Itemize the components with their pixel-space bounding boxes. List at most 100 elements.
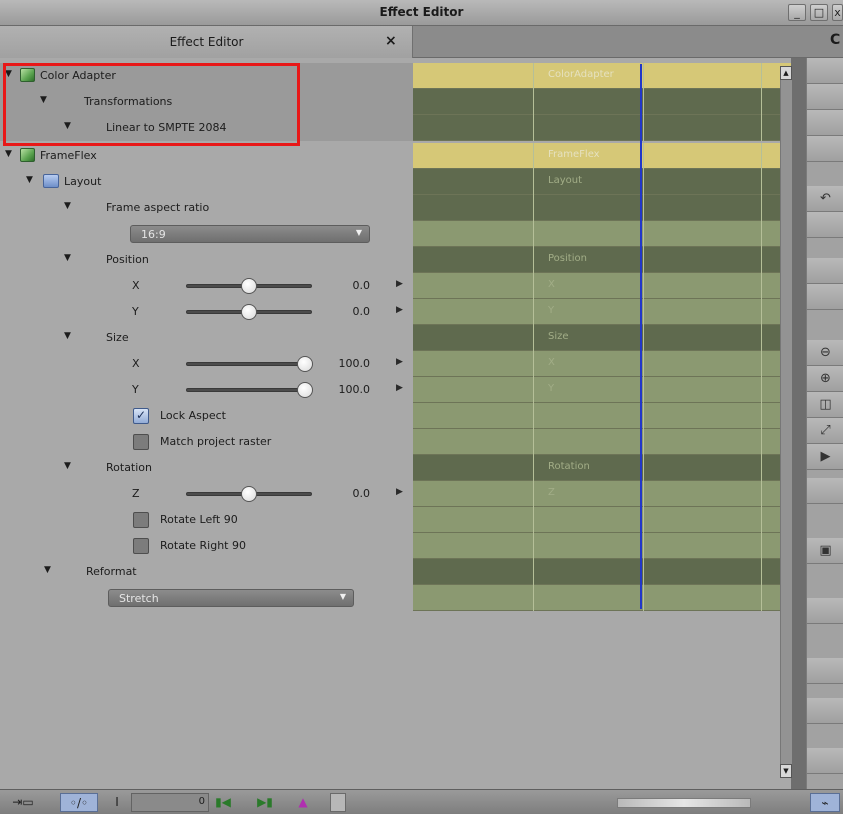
collapse-triangle-icon[interactable]: ▼ — [26, 175, 33, 185]
undo-icon[interactable]: ↶ — [807, 186, 843, 212]
collapse-triangle-icon[interactable]: ▼ — [5, 69, 12, 79]
tool-button[interactable] — [807, 698, 843, 724]
effect-row-frameflex[interactable]: ▼ FrameFlex — [0, 143, 413, 169]
play-icon[interactable]: ▶ — [807, 444, 843, 470]
collapse-triangle-icon[interactable]: ▼ — [64, 121, 71, 131]
param-value[interactable]: 100.0 — [320, 357, 371, 370]
collapse-triangle-icon[interactable]: ▼ — [64, 201, 71, 211]
track-size-y[interactable]: Y — [413, 377, 791, 403]
track-position-y[interactable]: Y — [413, 299, 791, 325]
param-value[interactable]: 0.0 — [320, 279, 371, 292]
slider-knob[interactable] — [241, 304, 257, 320]
timeline-scrollbar[interactable] — [780, 80, 792, 764]
group-row-reformat[interactable]: ▼ Reformat — [0, 559, 413, 585]
slider-knob[interactable] — [241, 278, 257, 294]
lock-aspect-checkbox[interactable] — [133, 408, 149, 424]
collapse-triangle-icon[interactable]: ▼ — [64, 253, 71, 263]
zoom-in-icon[interactable]: ⊕ — [807, 366, 843, 392]
rotate-right-checkbox[interactable] — [133, 538, 149, 554]
tool-button[interactable] — [807, 284, 843, 310]
collapse-triangle-icon[interactable]: ▼ — [40, 95, 47, 105]
aspect-ratio-dropdown[interactable]: 16:9 ▼ — [130, 225, 370, 243]
play-arrow-icon[interactable]: ▶ — [396, 357, 403, 367]
play-arrow-icon[interactable]: ▶ — [396, 279, 403, 289]
track-rotate-right[interactable] — [413, 533, 791, 559]
track-size-x[interactable]: X — [413, 351, 791, 377]
track-rotation-z[interactable]: Z — [413, 481, 791, 507]
track-select-icon[interactable]: ⇥▭ — [10, 793, 36, 812]
tool-button[interactable] — [807, 598, 843, 624]
slider-knob[interactable] — [241, 486, 257, 502]
tab-close-icon[interactable]: × — [385, 33, 397, 49]
track-transformations[interactable] — [413, 89, 791, 115]
tool-button[interactable] — [807, 84, 843, 110]
track-reformat[interactable] — [413, 559, 791, 585]
cursor-icon[interactable]: I — [110, 793, 124, 812]
track-position[interactable]: Position — [413, 247, 791, 273]
tool-button[interactable] — [807, 212, 843, 238]
group-row-size[interactable]: ▼ Size — [0, 325, 413, 351]
play-arrow-icon[interactable]: ▶ — [396, 383, 403, 393]
size-x-slider[interactable] — [186, 362, 312, 366]
position-field[interactable]: 0 — [131, 793, 209, 812]
tool-button[interactable] — [807, 748, 843, 774]
tab-effect-editor[interactable]: Effect Editor × — [0, 26, 413, 58]
track-aspect-value[interactable] — [413, 221, 791, 247]
tool-button[interactable] — [807, 136, 843, 162]
play-arrow-icon[interactable]: ▶ — [396, 487, 403, 497]
slider-knob[interactable] — [297, 356, 313, 372]
close-window-button[interactable]: x — [832, 4, 843, 21]
collapse-triangle-icon[interactable]: ▼ — [5, 149, 12, 159]
track-match-project-raster[interactable] — [413, 429, 791, 455]
panel-menu-icon[interactable]: C — [830, 32, 843, 50]
size-y-slider[interactable] — [186, 388, 312, 392]
collapse-triangle-icon[interactable]: ▼ — [64, 461, 71, 471]
track-rotate-left[interactable] — [413, 507, 791, 533]
zoom-meter[interactable] — [617, 798, 751, 808]
frame-icon[interactable]: ▣ — [807, 538, 843, 564]
track-rotation[interactable]: Rotation — [413, 455, 791, 481]
slider-knob[interactable] — [297, 382, 313, 398]
track-layout[interactable]: Layout — [413, 169, 791, 195]
match-project-raster-checkbox[interactable] — [133, 434, 149, 450]
track-color-adapter[interactable]: ColorAdapter — [413, 63, 791, 89]
prev-keyframe-icon[interactable]: ▮◀ — [210, 793, 236, 812]
split-view-icon[interactable]: ◫ — [807, 392, 843, 418]
track-frameflex[interactable]: FrameFlex — [413, 143, 791, 169]
collapse-triangle-icon[interactable]: ▼ — [64, 331, 71, 341]
play-arrow-icon[interactable]: ▶ — [396, 305, 403, 315]
audio-toggle-button[interactable]: ◦/◦ — [60, 793, 98, 812]
fit-to-window-icon[interactable]: ⤢ — [807, 418, 843, 444]
track-lock-aspect[interactable] — [413, 403, 791, 429]
scroll-up-icon[interactable]: ▲ — [780, 66, 792, 80]
next-keyframe-icon[interactable]: ▶▮ — [252, 793, 278, 812]
tool-button[interactable] — [807, 258, 843, 284]
param-value[interactable]: 0.0 — [320, 305, 371, 318]
group-row-position[interactable]: ▼ Position — [0, 247, 413, 273]
param-row-frame-aspect-ratio[interactable]: ▼ Frame aspect ratio — [0, 195, 413, 221]
track-reformat-value[interactable] — [413, 585, 791, 611]
scroll-down-icon[interactable]: ▼ — [780, 764, 792, 778]
tool-button[interactable] — [807, 110, 843, 136]
tool-button[interactable] — [807, 58, 843, 84]
reformat-dropdown[interactable]: Stretch ▼ — [108, 589, 354, 607]
minimize-button[interactable]: _ — [788, 4, 806, 21]
param-value[interactable]: 0.0 — [320, 487, 371, 500]
group-row-layout[interactable]: ▼ Layout — [0, 169, 413, 195]
zoom-out-icon[interactable]: ⊖ — [807, 340, 843, 366]
param-value[interactable]: 100.0 — [320, 383, 371, 396]
toggle-box[interactable] — [330, 793, 346, 812]
group-row-transformations[interactable]: ▼ Transformations — [0, 89, 413, 115]
group-row-rotation[interactable]: ▼ Rotation — [0, 455, 413, 481]
add-keyframe-icon[interactable]: ▲ — [292, 793, 314, 812]
tool-button[interactable] — [807, 658, 843, 684]
track-position-x[interactable]: X — [413, 273, 791, 299]
track-linear-to-smpte[interactable] — [413, 115, 791, 141]
track-size[interactable]: Size — [413, 325, 791, 351]
effect-row-color-adapter[interactable]: ▼ Color Adapter — [0, 63, 413, 89]
group-row-linear-to-smpte[interactable]: ▼ Linear to SMPTE 2084 — [0, 115, 413, 141]
track-frame-aspect-ratio[interactable] — [413, 195, 791, 221]
tool-button[interactable] — [807, 478, 843, 504]
rotate-left-checkbox[interactable] — [133, 512, 149, 528]
maximize-button[interactable]: □ — [810, 4, 828, 21]
